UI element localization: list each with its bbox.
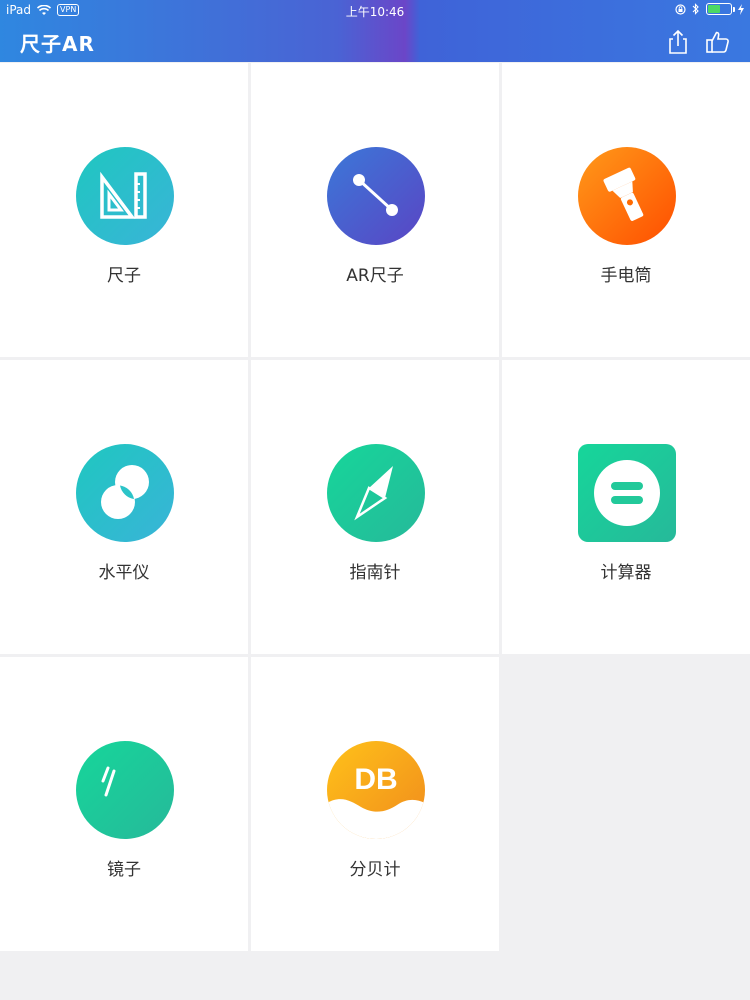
tool-flashlight[interactable]: 手电筒 [502,63,750,357]
tool-ruler[interactable]: 尺子 [0,63,248,357]
tool-label: 计算器 [600,563,652,583]
share-icon [669,29,687,54]
tool-label: 镜子 [107,860,141,880]
calculator-icon [578,444,676,542]
tool-compass[interactable]: 指南针 [251,360,499,654]
bluetooth-icon [692,3,699,15]
tool-label: 分贝计 [349,860,401,880]
flashlight-icon [578,147,676,245]
tool-label: 水平仪 [98,563,150,583]
tool-mirror[interactable]: 镜子 [0,657,248,951]
decibel-meter-icon: DB [327,741,425,839]
ruler-icon [76,147,174,245]
share-button[interactable] [664,28,692,56]
mirror-icon [76,741,174,839]
tool-label: AR尺子 [346,266,404,286]
app-title: 尺子AR [20,32,95,56]
thumbs-up-icon [706,31,729,53]
header-bar: iPad VPN 上午10:46 尺子AR [0,0,750,62]
status-right [675,3,744,15]
tool-calculator[interactable]: 计算器 [502,360,750,654]
tool-label: 尺子 [107,266,141,286]
tool-decibel-meter[interactable]: DB 分贝计 [251,657,499,951]
decibel-icon-text: DB [354,763,397,796]
level-icon [76,444,174,542]
tool-level[interactable]: 水平仪 [0,360,248,654]
ar-measure-icon [327,147,425,245]
status-bar: iPad VPN 上午10:46 [0,0,750,20]
orientation-lock-icon [675,3,686,15]
compass-icon [327,444,425,542]
like-button[interactable] [704,28,732,56]
charging-icon [738,3,744,15]
tool-label: 手电筒 [600,266,652,286]
status-time: 上午10:46 [345,5,405,19]
tool-ar-ruler[interactable]: AR尺子 [251,63,499,357]
tool-label: 指南针 [349,563,401,583]
battery-icon [706,3,735,15]
